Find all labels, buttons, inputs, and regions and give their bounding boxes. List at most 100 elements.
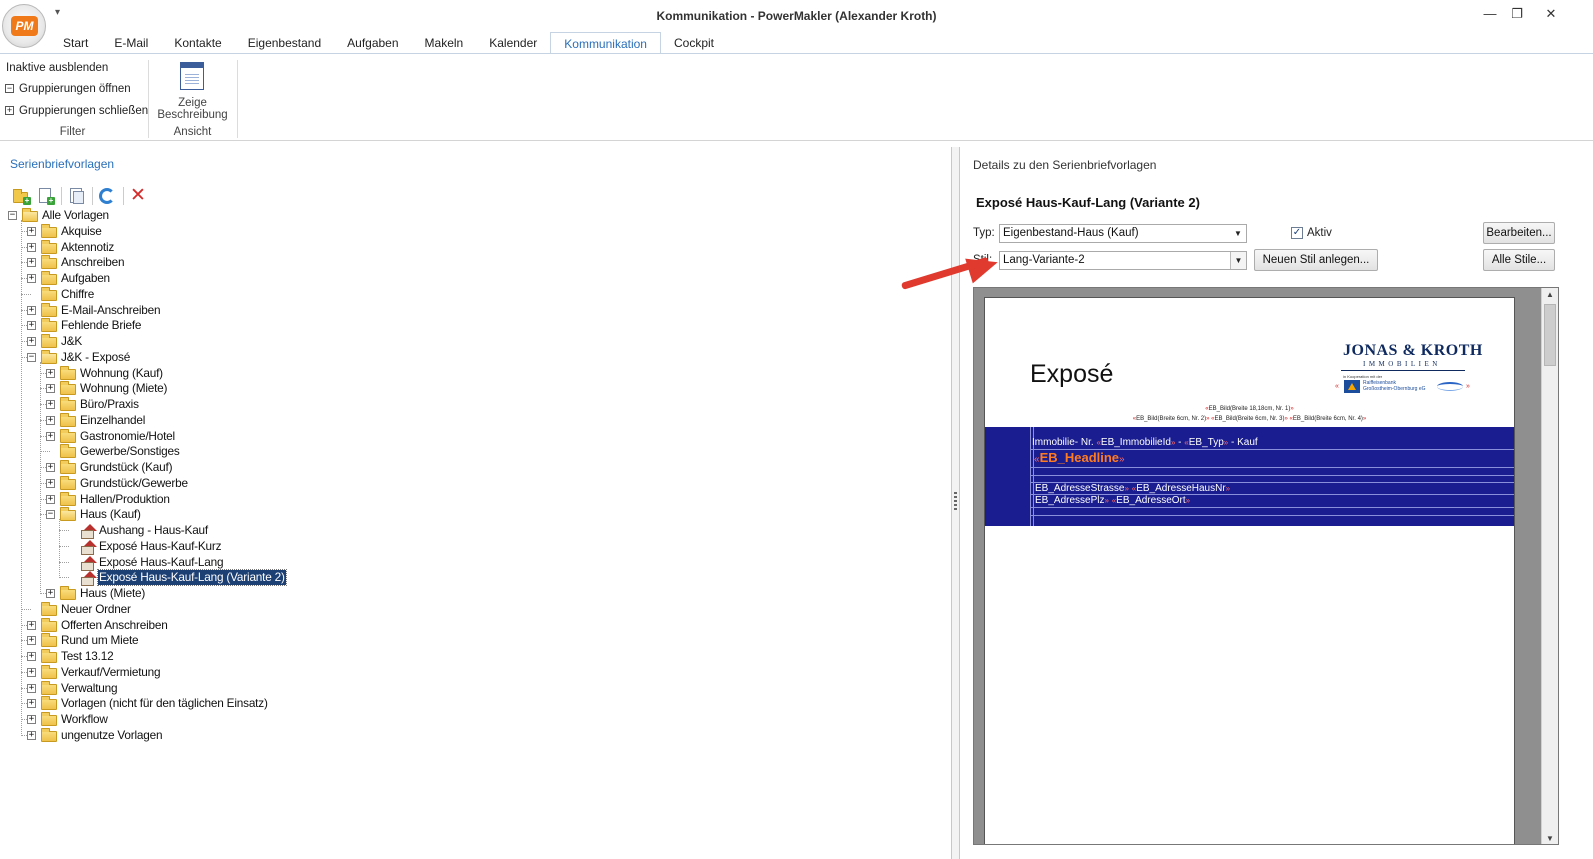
tree-connector (59, 519, 60, 579)
tree-item-template[interactable]: Exposé Haus-Kauf-Kurz (0, 539, 940, 555)
expand-icon[interactable]: + (27, 226, 36, 236)
expand-icon[interactable]: + (46, 368, 55, 378)
tree-item-folder[interactable]: + Einzelhandel (0, 412, 940, 429)
scroll-up-icon[interactable]: ▲ (1542, 288, 1558, 302)
expand-icon[interactable]: + (46, 400, 55, 409)
tree-item-template[interactable]: Exposé Haus-Kauf-Lang (0, 555, 940, 571)
open-groups-button[interactable]: − Gruppierungen öffnen (5, 83, 131, 95)
tree-item-template[interactable]: Aushang - Haus-Kauf (0, 523, 940, 539)
tree-item-folder[interactable]: + Fehlende Briefe (0, 318, 940, 334)
expand-icon[interactable]: + (46, 431, 55, 441)
tree-item-folder[interactable]: + Offerten Anschreiben (0, 617, 940, 634)
expand-icon[interactable]: + (27, 620, 36, 630)
tree-item-folder[interactable]: + Büro/Praxis (0, 397, 940, 413)
expand-icon[interactable]: + (27, 305, 36, 315)
expand-icon[interactable]: + (46, 589, 55, 598)
expand-icon[interactable]: + (46, 463, 55, 472)
type-select[interactable]: Eigenbestand-Haus (Kauf) ▼ (999, 224, 1247, 243)
edit-button[interactable]: Bearbeiten... (1483, 222, 1555, 244)
expand-icon[interactable]: + (27, 274, 36, 283)
close-groups-button[interactable]: + Gruppierungen schließen (5, 105, 148, 117)
delete-button[interactable]: ✕ (127, 186, 149, 206)
tree-item-folder[interactable]: + Wohnung (Miete) (0, 381, 940, 397)
collapse-icon[interactable]: − (27, 352, 36, 362)
expand-icon[interactable]: + (46, 384, 55, 394)
tree-item-folder[interactable]: + Hallen/Produktion (0, 491, 940, 508)
tree-item-folder[interactable]: + Rund um Miete (0, 633, 940, 649)
add-icon: + (23, 196, 31, 205)
panel-splitter[interactable] (952, 147, 960, 859)
new-template-button[interactable]: + (34, 186, 56, 206)
expand-icon[interactable]: + (27, 699, 36, 709)
close-button[interactable]: ✕ (1541, 5, 1561, 23)
tree-item-folder[interactable]: − Alle Vorlagen (0, 208, 940, 224)
minimize-button[interactable]: — (1480, 5, 1500, 23)
restore-button[interactable]: ❐ (1507, 5, 1527, 23)
scroll-thumb[interactable] (1544, 304, 1556, 366)
new-style-button[interactable]: Neuen Stil anlegen... (1254, 249, 1378, 271)
tab-cockpit[interactable]: Cockpit (661, 32, 727, 54)
expand-icon[interactable]: + (27, 636, 36, 646)
copy-template-button[interactable] (65, 186, 87, 206)
tree-item-folder[interactable]: + Vorlagen (nicht für den täglichen Einsa… (0, 696, 940, 712)
inactive-hide-button[interactable]: Inaktive ausblenden (6, 62, 108, 74)
property-number-line: Immobilie- Nr. «EB_ImmobilieId» - «EB_Ty… (1032, 437, 1258, 448)
tree-item-folder[interactable]: + J&K (0, 334, 940, 350)
tab-aufgaben[interactable]: Aufgaben (334, 32, 411, 54)
expand-icon[interactable]: + (27, 337, 36, 346)
tab-eigenbestand[interactable]: Eigenbestand (235, 32, 334, 54)
tree-item-folder[interactable]: − Haus (Kauf) (0, 507, 940, 523)
tab-start[interactable]: Start (50, 32, 101, 54)
expand-icon[interactable]: + (27, 730, 36, 740)
tree-item-folder[interactable]: + Aktennotiz (0, 239, 940, 256)
collapse-icon[interactable]: − (46, 510, 55, 520)
tree-item-folder[interactable]: + Aufgaben (0, 271, 940, 287)
tree-item-template[interactable]: Exposé Haus-Kauf-Lang (Variante 2) (0, 569, 940, 587)
expand-icon[interactable]: + (46, 478, 55, 488)
tab-kalender[interactable]: Kalender (476, 32, 550, 54)
tab-makeln[interactable]: Makeln (412, 32, 477, 54)
folder-icon (60, 412, 76, 427)
tree-item-folder[interactable]: − J&K - Exposé (0, 349, 940, 366)
tree-item-folder[interactable]: Chiffre (0, 286, 940, 303)
active-checkbox[interactable]: ✓ (1291, 227, 1303, 239)
refresh-button[interactable] (96, 186, 118, 206)
notepad-icon[interactable] (180, 62, 204, 90)
expand-icon[interactable]: + (27, 667, 36, 677)
tab-kontakte[interactable]: Kontakte (161, 32, 234, 54)
tree-item-folder[interactable]: + Test 13.12 (0, 649, 940, 665)
tree-item-folder[interactable]: + E-Mail-Anschreiben (0, 302, 940, 319)
tree-item-folder[interactable]: Neuer Ordner (0, 601, 940, 618)
tree-item-folder[interactable]: + Gastronomie/Hotel (0, 428, 940, 445)
tree-item-folder[interactable]: + ungenutze Vorlagen (0, 727, 940, 744)
preview-scrollbar[interactable]: ▲ ▼ (1541, 288, 1558, 844)
document-preview[interactable]: Exposé JONAS & KROTH IMMOBILIEN in Koope… (973, 287, 1559, 845)
tree-item-folder[interactable]: Gewerbe/Sonstiges (0, 444, 940, 460)
new-folder-button[interactable]: + (10, 186, 32, 206)
tree-item-folder[interactable]: + Grundstück (Kauf) (0, 460, 940, 476)
expand-icon[interactable]: + (27, 242, 36, 252)
expand-icon[interactable]: + (27, 321, 36, 331)
tree-item-folder[interactable]: + Haus (Miete) (0, 586, 940, 602)
expand-icon[interactable]: + (27, 258, 36, 268)
scroll-down-icon[interactable]: ▼ (1542, 832, 1558, 844)
collapse-icon[interactable]: − (8, 211, 17, 220)
tree-item-folder[interactable]: + Verwaltung (0, 680, 940, 697)
expand-icon[interactable]: + (27, 715, 36, 724)
tree-item-folder[interactable]: + Grundstück/Gewerbe (0, 475, 940, 492)
show-description-button[interactable]: Zeige Beschreibung (155, 97, 230, 121)
style-select[interactable]: Lang-Variante-2 ▼ (999, 251, 1247, 270)
tree-item-folder[interactable]: + Workflow (0, 712, 940, 728)
expand-icon[interactable]: + (27, 683, 36, 693)
tree-item-folder[interactable]: + Anschreiben (0, 255, 940, 271)
expand-icon[interactable]: + (27, 652, 36, 661)
expand-icon[interactable]: + (46, 494, 55, 504)
all-styles-button[interactable]: Alle Stile... (1483, 249, 1555, 271)
tree-item-folder[interactable]: + Akquise (0, 223, 940, 240)
tab-kommunikation[interactable]: Kommunikation (550, 32, 661, 54)
tree-item-folder[interactable]: + Verkauf/Vermietung (0, 664, 940, 681)
expand-icon[interactable]: + (46, 415, 55, 425)
app-logo[interactable]: PM (2, 4, 46, 48)
tab-email[interactable]: E-Mail (101, 32, 161, 54)
tree-item-folder[interactable]: + Wohnung (Kauf) (0, 365, 940, 382)
